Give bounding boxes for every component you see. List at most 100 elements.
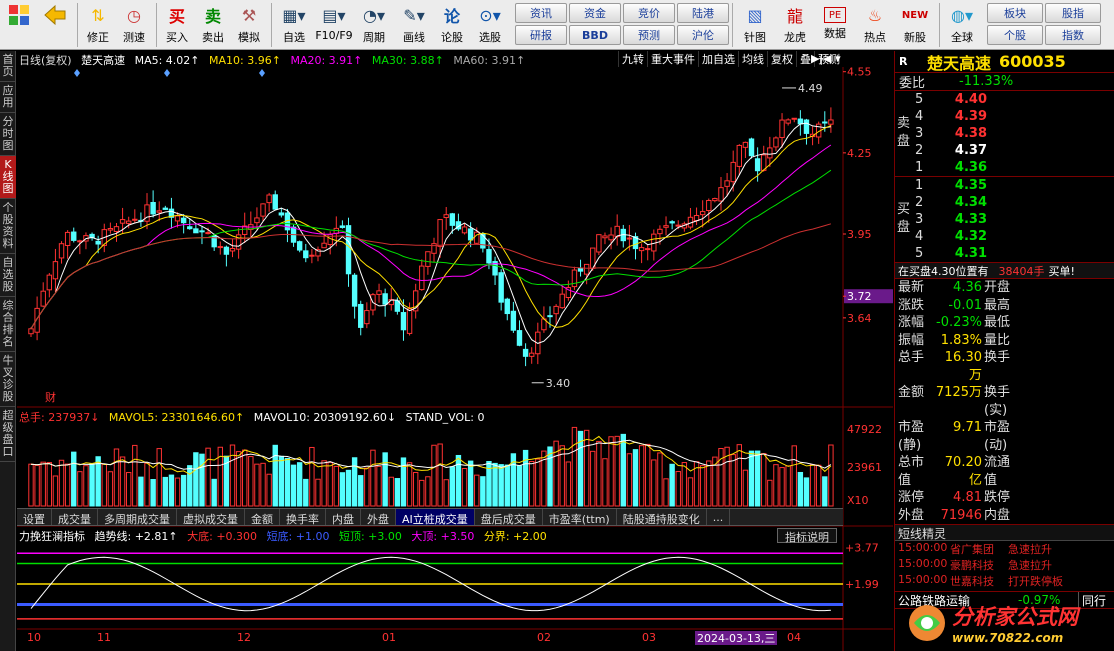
indicator-tab-12[interactable]: ... xyxy=(707,509,731,525)
toolbar-global-button[interactable]: ◍▾ 全球 xyxy=(943,3,981,49)
left-tab-8[interactable]: 超级盘口 xyxy=(0,407,16,462)
ask-row[interactable]: 1 4.36 xyxy=(895,159,1114,176)
pill-news[interactable]: 资讯 xyxy=(515,3,567,23)
toolbar-chart-button[interactable]: ▧ 针图 xyxy=(736,3,774,49)
indicator-tab-6[interactable]: 内盘 xyxy=(326,509,361,526)
left-tab-5[interactable]: 自选股 xyxy=(0,254,16,297)
quote-field-value2 xyxy=(1020,507,1080,525)
toolbar-grid-button[interactable] xyxy=(2,3,36,49)
toolbar-draw-button[interactable]: ✎▾ 画线 xyxy=(395,3,433,49)
toolbar-f10-button[interactable]: ▤▾ F10/F9 xyxy=(315,3,353,49)
indicator-tab-4[interactable]: 金额 xyxy=(245,509,280,526)
toolbar-back-button[interactable] xyxy=(38,3,72,49)
quote-field-key: 总市值 xyxy=(898,455,925,488)
quote-field-value2 xyxy=(1020,454,1080,489)
left-tab-6[interactable]: 综合排名 xyxy=(0,297,16,352)
ask-row[interactable]: 5 4.40 xyxy=(895,91,1114,108)
indicator-tab-9[interactable]: 盘后成交量 xyxy=(475,509,543,526)
toolbar-dragon-button[interactable]: 龍龙虎 xyxy=(776,3,814,49)
bid-book: 买盘 1 4.35 2 4.34 3 4.33 4 4.32 5 4.31 xyxy=(895,177,1114,263)
bid-row[interactable]: 4 4.32 xyxy=(895,228,1114,245)
indicator-tab-11[interactable]: 陆股通持股变化 xyxy=(617,509,707,526)
toolbar-newstock-button[interactable]: NEW 新股 xyxy=(896,3,934,49)
indicator-tab-3[interactable]: 虚拟成交量 xyxy=(177,509,245,526)
ask-row[interactable]: 3 4.38 xyxy=(895,125,1114,142)
volume-legend: 总手: 237937↓ MAVOL5: 23301646.60↑ MAVOL10… xyxy=(19,409,491,425)
left-tab-1[interactable]: 应用 xyxy=(0,82,16,113)
date-axis-label: 01 xyxy=(382,631,396,644)
volume-bar xyxy=(358,475,364,507)
indicator-help-button[interactable]: 指标说明 xyxy=(777,528,837,544)
toolbar-hot-button[interactable]: ♨ 热点 xyxy=(856,3,894,49)
left-tab-2[interactable]: 分时图 xyxy=(0,113,16,156)
pill-shanghai-london[interactable]: 沪伦 xyxy=(677,25,729,45)
quote-field-value: 71946 xyxy=(940,507,982,523)
pill-research[interactable]: 研报 xyxy=(515,25,567,45)
toolbar-discuss-button[interactable]: 论论股 xyxy=(435,3,469,49)
indicator-tab-7[interactable]: 外盘 xyxy=(361,509,396,526)
r-badge[interactable]: R xyxy=(899,55,919,68)
pill-hk[interactable]: 陆港 xyxy=(677,3,729,23)
pill-sector[interactable]: 板块 xyxy=(987,3,1043,23)
volume-bar xyxy=(46,462,53,507)
toolbar-sell-button[interactable]: 卖卖出 xyxy=(196,3,230,49)
ask-level: 2 xyxy=(915,143,924,158)
bid-row[interactable]: 1 4.35 xyxy=(895,177,1114,194)
volume-bar xyxy=(498,464,504,507)
toolbar-sim-button[interactable]: ⚒ 模拟 xyxy=(232,3,266,49)
news-row[interactable]: 15:00:00 豪鹏科技 急速拉升 xyxy=(895,557,1114,573)
volume-bar xyxy=(144,462,150,507)
candle-body xyxy=(199,230,205,233)
ask-price: 4.36 xyxy=(954,160,987,175)
toolbar-screener-button[interactable]: ⊙▾ 选股 xyxy=(471,3,509,49)
indicator-tab-5[interactable]: 换手率 xyxy=(280,509,326,526)
candle-body xyxy=(296,241,303,251)
pill-index-stock[interactable]: 股指 xyxy=(1045,3,1101,23)
quote-field-key: 市盈(静) xyxy=(898,420,925,453)
toolbar-buy-button[interactable]: 买买入 xyxy=(160,3,194,49)
volume-bar xyxy=(535,458,541,507)
bid-row[interactable]: 3 4.33 xyxy=(895,211,1114,228)
quote-field-value: 9.71 xyxy=(953,420,982,435)
toolbar-period-button[interactable]: ◔▾ 周期 xyxy=(355,3,393,49)
buy-side-label: 买盘 xyxy=(897,202,911,235)
ask-row[interactable]: 2 4.37 xyxy=(895,142,1114,159)
bid-row[interactable]: 2 4.34 xyxy=(895,194,1114,211)
left-tab-4[interactable]: 个股资料 xyxy=(0,199,16,254)
indicator-tab-8[interactable]: AI立桩成交量 xyxy=(396,509,475,526)
volume-bar xyxy=(303,478,309,507)
indicator-tab-0[interactable]: 设置 xyxy=(17,509,52,526)
news-row[interactable]: 15:00:00 省广集团 急速拉升 xyxy=(895,541,1114,557)
kline-chart-area[interactable]: 日线(复权) 楚天高速 MA5: 4.02↑ MA10: 3.96↑ MA20:… xyxy=(17,51,893,651)
news-title[interactable]: 短线精灵 xyxy=(895,525,1114,541)
toolbar-screener-label: 选股 xyxy=(479,31,501,44)
news-row[interactable]: 15:00:00 世嘉科技 打开跌停板 xyxy=(895,573,1114,589)
ask-row[interactable]: 4 4.39 xyxy=(895,108,1114,125)
pill-single-stock[interactable]: 个股 xyxy=(987,25,1043,45)
indicator-tab-1[interactable]: 成交量 xyxy=(52,509,98,526)
pill-forecast[interactable]: 预测 xyxy=(623,25,675,45)
candle-body xyxy=(742,141,749,148)
pill-auction[interactable]: 竞价 xyxy=(623,3,675,23)
trade-alert-bar[interactable]: 在买盘4.30位置有 38404手 买单! xyxy=(895,263,1114,279)
candle-body xyxy=(669,221,675,224)
volume-bar xyxy=(199,453,205,507)
left-tab-7[interactable]: 牛叉诊股 xyxy=(0,352,16,407)
volume-bar xyxy=(797,471,804,507)
bid-row[interactable]: 5 4.31 xyxy=(895,245,1114,262)
toolbar-watchlist-button[interactable]: ▦▾ 自选 xyxy=(275,3,313,49)
left-tab-0[interactable]: 首页 xyxy=(0,51,16,82)
toolbar-speed-button[interactable]: ◷ 测速 xyxy=(117,3,151,49)
ask-price: 4.39 xyxy=(954,109,987,124)
indicator-tab-10[interactable]: 市盈率(ttm) xyxy=(543,509,617,526)
pill-bbd[interactable]: BBD xyxy=(569,25,621,45)
indicator-tab-2[interactable]: 多周期成交量 xyxy=(98,509,177,526)
pill-funds[interactable]: 资金 xyxy=(569,3,621,23)
candle-body xyxy=(803,119,810,134)
pill-index[interactable]: 指数 xyxy=(1045,25,1101,45)
toolbar-data-button[interactable]: PE 数据 xyxy=(816,3,854,49)
toolbar-fix-button[interactable]: ⇅ 修正 xyxy=(81,3,115,49)
candle-body xyxy=(254,217,260,224)
left-tab-3[interactable]: K线图 xyxy=(0,156,16,199)
hot-icon: ♨ xyxy=(867,5,883,25)
